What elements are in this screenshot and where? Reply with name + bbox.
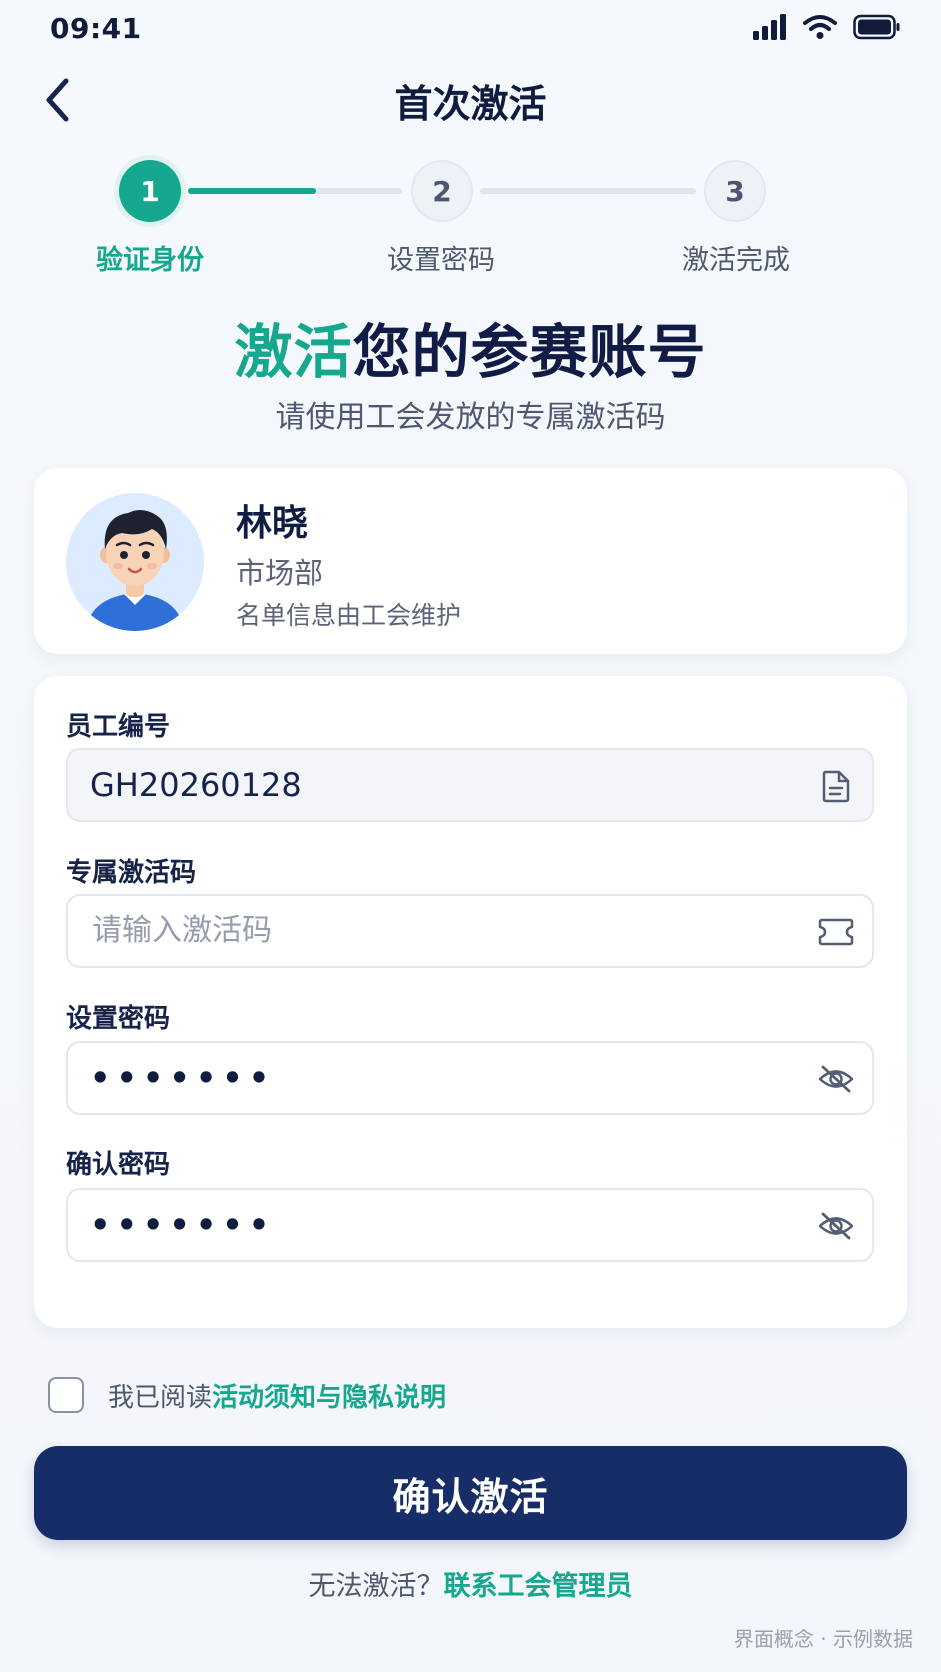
confirm-password-input[interactable]: ••••••• xyxy=(66,1188,874,1262)
password-input[interactable]: ••••••• xyxy=(66,1041,874,1115)
signal-icon xyxy=(753,14,787,44)
confirm-password-value: ••••••• xyxy=(90,1206,276,1244)
password-value: ••••••• xyxy=(90,1059,276,1097)
status-icons xyxy=(753,14,901,44)
activation-form: 员工编号 GH20260128 专属激活码 请输入激活码 设置密码 ••••••… xyxy=(34,676,907,1328)
step-2-number: 2 xyxy=(432,174,452,208)
help-text: 无法激活？ xyxy=(308,1571,444,1602)
concept-note: 界面概念 · 示例数据 xyxy=(733,1627,913,1651)
status-bar: 09:41 xyxy=(0,0,941,58)
profile-department: 市场部 xyxy=(236,556,324,590)
document-icon xyxy=(818,768,854,804)
step-3-label: 激活完成 xyxy=(682,245,790,276)
activation-screen: 09:41 首次激活 1 2 3 验证身份 设置密码 激活完成 激活您的参赛账号… xyxy=(0,0,941,1672)
step-1-label: 验证身份 xyxy=(96,245,204,276)
battery-icon xyxy=(853,14,901,44)
agreement-row: 我已阅读 活动须知与隐私说明 xyxy=(48,1374,446,1416)
activation-code-input[interactable]: 请输入激活码 xyxy=(66,894,874,968)
step-1-number: 1 xyxy=(140,174,160,208)
step-indicator: 1 2 3 验证身份 设置密码 激活完成 xyxy=(0,156,941,276)
agreement-checkbox[interactable] xyxy=(48,1377,84,1413)
step-connector-1 xyxy=(188,188,402,194)
employee-id-label: 员工编号 xyxy=(66,712,171,742)
profile-note: 名单信息由工会维护 xyxy=(236,601,462,630)
employee-id-field[interactable]: GH20260128 xyxy=(66,748,874,822)
wifi-icon xyxy=(803,14,837,44)
hero-title: 激活您的参赛账号 xyxy=(0,316,941,388)
step-3-number: 3 xyxy=(725,174,745,208)
contact-admin-link[interactable]: 联系工会管理员 xyxy=(444,1571,633,1602)
step-1-circle: 1 xyxy=(119,160,181,222)
profile-card: 林晓 市场部 名单信息由工会维护 xyxy=(34,468,907,654)
eye-off-icon[interactable] xyxy=(818,1208,854,1244)
status-time: 09:41 xyxy=(50,12,142,45)
employee-id-value: GH20260128 xyxy=(90,766,302,804)
ticket-icon xyxy=(818,914,854,950)
activation-code-placeholder: 请输入激活码 xyxy=(92,913,272,948)
hero-subtitle: 请使用工会发放的专属激活码 xyxy=(275,400,666,435)
eye-off-icon[interactable] xyxy=(818,1061,854,1097)
step-3-circle: 3 xyxy=(704,160,766,222)
hero-title-accent: 激活 xyxy=(234,318,353,386)
confirm-activation-button[interactable]: 确认激活 xyxy=(34,1446,907,1540)
profile-name: 林晓 xyxy=(236,503,309,544)
page-title: 首次激活 xyxy=(394,82,547,126)
step-2-circle: 2 xyxy=(411,160,473,222)
hero-title-rest: 您的参赛账号 xyxy=(352,318,707,386)
agreement-link[interactable]: 活动须知与隐私说明 xyxy=(212,1377,446,1414)
avatar xyxy=(66,493,204,631)
step-connector-2 xyxy=(480,188,696,194)
agreement-text: 我已阅读 xyxy=(108,1382,213,1413)
password-label: 设置密码 xyxy=(66,1004,171,1034)
confirm-password-label: 确认密码 xyxy=(66,1150,171,1180)
step-2-label: 设置密码 xyxy=(387,245,495,276)
step-connector-progress xyxy=(188,188,317,194)
help-row: 无法激活？联系工会管理员 xyxy=(0,1564,941,1603)
activation-code-label: 专属激活码 xyxy=(66,858,197,888)
